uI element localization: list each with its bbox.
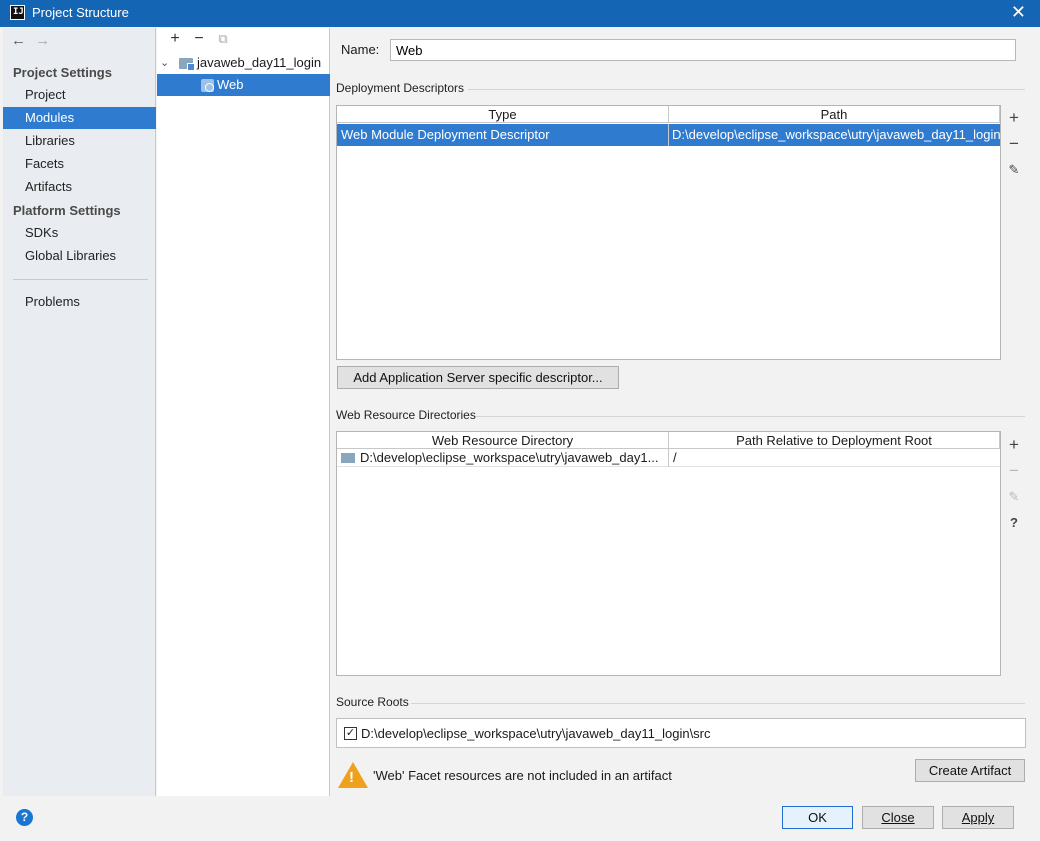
window-title: Project Structure: [32, 5, 129, 20]
source-roots-title: Source Roots: [336, 695, 409, 709]
tree-node-web-facet[interactable]: Web: [157, 74, 330, 96]
web-resource-directories-table: Web Resource Directory Path Relative to …: [336, 431, 1001, 676]
name-field[interactable]: [390, 39, 1016, 61]
create-artifact-label: Create Artifact: [928, 763, 1012, 778]
web-facet-icon: [201, 79, 214, 92]
web-resource-directory-cell: D:\develop\eclipse_workspace\utry\javawe…: [337, 449, 669, 467]
add-icon[interactable]: +: [1002, 106, 1026, 130]
tree-node-label: javaweb_day11_login: [197, 55, 322, 70]
nav-item-facets[interactable]: Facets: [3, 153, 156, 175]
nav-item-artifacts[interactable]: Artifacts: [3, 176, 156, 198]
nav-item-problems[interactable]: Problems: [3, 291, 156, 313]
copy-module-icon[interactable]: ⧉: [211, 31, 235, 47]
tree-node-label: Web: [217, 77, 244, 92]
remove-module-icon[interactable]: −: [187, 30, 211, 48]
table-header: Type Path: [337, 106, 1000, 123]
platform-settings-header: Platform Settings: [13, 203, 121, 218]
tree-node-module[interactable]: ⌄ javaweb_day11_login: [157, 52, 330, 74]
group-divider: [411, 703, 1025, 704]
module-tree-pane: + − ⧉ ⌄ javaweb_day11_login Web: [157, 28, 330, 796]
descriptor-tools: + − ✎: [1002, 105, 1026, 360]
web-resource-tools: + − ✎ ?: [1002, 431, 1026, 676]
source-roots-list: ✓ D:\develop\eclipse_workspace\utry\java…: [336, 718, 1026, 748]
nav-item-project[interactable]: Project: [3, 84, 156, 106]
folder-icon: [341, 453, 355, 463]
add-icon[interactable]: +: [1002, 433, 1026, 457]
table-row[interactable]: D:\develop\eclipse_workspace\utry\javawe…: [337, 449, 1000, 467]
edit-icon[interactable]: ✎: [1002, 158, 1026, 182]
column-header-relative-path[interactable]: Path Relative to Deployment Root: [669, 432, 1000, 449]
nav-item-sdks[interactable]: SDKs: [3, 222, 156, 244]
remove-icon[interactable]: −: [1002, 459, 1026, 483]
deployment-descriptors-table: Type Path Web Module Deployment Descript…: [336, 105, 1001, 360]
source-root-path: D:\develop\eclipse_workspace\utry\javawe…: [361, 726, 711, 741]
project-settings-header: Project Settings: [13, 65, 112, 80]
help-icon[interactable]: ?: [1002, 511, 1026, 535]
close-window-icon[interactable]: ✕: [1011, 2, 1026, 22]
deployment-descriptors-title: Deployment Descriptors: [336, 81, 465, 95]
title-bar: IJ Project Structure ✕: [0, 0, 1040, 27]
table-header: Web Resource Directory Path Relative to …: [337, 432, 1000, 449]
web-resource-directories-title: Web Resource Directories: [336, 408, 476, 422]
nav-divider: [13, 279, 148, 280]
help-icon[interactable]: ?: [16, 809, 33, 826]
module-tree-toolbar: + − ⧉: [163, 30, 235, 52]
nav-item-global-libraries[interactable]: Global Libraries: [3, 245, 156, 267]
close-label: Close: [881, 810, 915, 825]
create-artifact-button[interactable]: Create Artifact: [915, 759, 1025, 782]
web-resource-directory-path: D:\develop\eclipse_workspace\utry\javawe…: [360, 450, 659, 465]
source-root-checkbox[interactable]: ✓: [344, 727, 357, 740]
facet-editor: Name: Deployment Descriptors Type Path W…: [331, 28, 1040, 796]
close-button[interactable]: Close: [862, 806, 934, 829]
warning-mark: !: [349, 769, 354, 786]
add-server-descriptor-button[interactable]: Add Application Server specific descript…: [337, 366, 619, 389]
edit-icon[interactable]: ✎: [1002, 485, 1026, 509]
ok-label: OK: [808, 810, 827, 825]
apply-label: Apply: [961, 810, 995, 825]
column-header-web-resource-directory[interactable]: Web Resource Directory: [337, 432, 669, 449]
relative-path-cell: /: [673, 450, 677, 465]
nav-item-modules[interactable]: Modules: [3, 107, 156, 129]
column-header-type[interactable]: Type: [337, 106, 669, 123]
descriptor-path-cell: D:\develop\eclipse_workspace\utry\javawe…: [672, 127, 1000, 142]
descriptor-type-cell: Web Module Deployment Descriptor: [337, 124, 669, 146]
add-module-icon[interactable]: +: [163, 30, 187, 48]
name-label: Name:: [341, 42, 380, 57]
nav-arrows: ← →: [11, 32, 59, 49]
intellij-app-icon: IJ: [10, 5, 25, 20]
group-divider: [468, 89, 1025, 90]
warning-message: 'Web' Facet resources are not included i…: [373, 768, 672, 783]
add-server-descriptor-label: Add Application Server specific descript…: [353, 370, 603, 385]
back-arrow-icon[interactable]: ←: [11, 32, 35, 49]
apply-button[interactable]: Apply: [942, 806, 1014, 829]
column-header-path[interactable]: Path: [669, 106, 1000, 123]
settings-nav-pane: ← → Project Settings Project Modules Libr…: [3, 28, 156, 796]
nav-item-libraries[interactable]: Libraries: [3, 130, 156, 152]
table-row[interactable]: Web Module Deployment Descriptor D:\deve…: [337, 124, 1000, 146]
remove-icon[interactable]: −: [1002, 132, 1026, 156]
group-divider: [476, 416, 1025, 417]
forward-arrow-icon[interactable]: →: [35, 32, 59, 49]
chevron-down-icon[interactable]: ⌄: [160, 52, 169, 74]
ok-button[interactable]: OK: [782, 806, 853, 829]
module-folder-icon: [179, 58, 195, 71]
